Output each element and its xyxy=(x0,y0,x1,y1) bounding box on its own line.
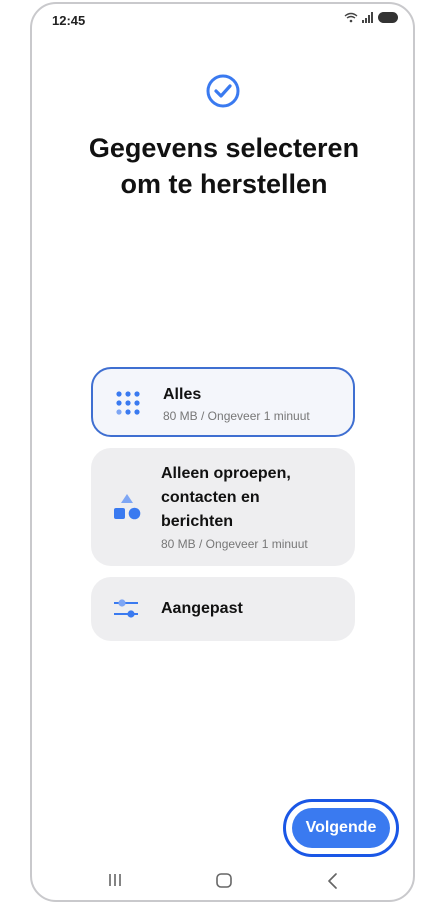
status-icons xyxy=(344,12,398,23)
option-calls-subtitle: 80 MB / Ongeveer 1 minuut xyxy=(161,537,308,551)
home-icon[interactable] xyxy=(215,872,233,890)
option-all-subtitle: 80 MB / Ongeveer 1 minuut xyxy=(163,409,310,423)
status-time: 12:45 xyxy=(52,13,86,28)
option-custom[interactable]: Aangepast xyxy=(91,577,355,641)
back-icon[interactable] xyxy=(325,872,339,890)
option-calls-title-line1: Alleen oproepen, xyxy=(161,465,291,482)
grid-dots-icon xyxy=(116,391,140,415)
option-custom-title: Aangepast xyxy=(161,600,243,617)
page-title-line2: om te herstellen xyxy=(120,169,328,199)
wifi-icon xyxy=(344,12,358,23)
option-all-title: Alles xyxy=(163,386,202,403)
option-calls-title: Alleen oproepen, contacten en berichten xyxy=(161,462,291,534)
recents-icon[interactable] xyxy=(107,872,123,888)
shapes-icon xyxy=(114,494,141,520)
check-circle-icon xyxy=(205,73,241,109)
sliders-icon xyxy=(114,599,138,618)
option-calls-title-line3: berichten xyxy=(161,513,234,530)
battery-icon xyxy=(378,12,398,23)
next-button[interactable]: Volgende xyxy=(292,808,390,848)
option-calls-title-line2: contacten en xyxy=(161,489,260,506)
signal-icon xyxy=(362,12,373,23)
option-calls-contacts-messages[interactable]: Alleen oproepen, contacten en berichten … xyxy=(91,448,355,566)
option-all[interactable]: Alles 80 MB / Ongeveer 1 minuut xyxy=(91,367,355,437)
page-title: Gegevens selecteren om te herstellen xyxy=(40,130,408,202)
page-title-line1: Gegevens selecteren xyxy=(88,133,360,163)
